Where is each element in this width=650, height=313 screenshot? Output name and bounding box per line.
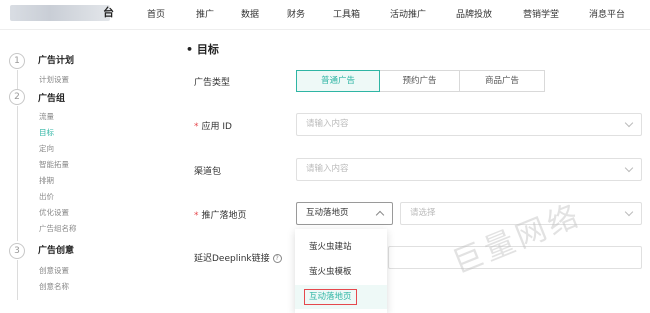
channel-package-label: 渠道包: [194, 167, 222, 177]
ad-type-reservation-option[interactable]: 预约广告: [379, 70, 460, 92]
required-mark: *: [194, 211, 199, 221]
required-mark: *: [194, 122, 199, 132]
section-title: • 目标: [186, 43, 219, 56]
step-title-creative[interactable]: 广告创意: [38, 243, 74, 256]
step-connector: [17, 70, 18, 89]
sidebar-item-schedule[interactable]: 排期: [39, 175, 54, 186]
top-nav: 台 首页 推广 数据 财务 工具箱 活动推广 品牌投放 营销学堂 消息平台: [0, 0, 650, 30]
ad-type-product-option[interactable]: 商品广告: [459, 70, 545, 92]
sidebar-item-bid[interactable]: 出价: [39, 191, 54, 202]
step-sidebar: 1 广告计划 计划设置 2 广告组 流量 目标 定向 智能拓量 排期 出价 优化…: [0, 31, 160, 313]
step-connector: [17, 260, 18, 300]
ad-type-normal-option[interactable]: 普通广告: [296, 70, 380, 92]
sidebar-item-target[interactable]: 目标: [39, 127, 54, 138]
nav-item-home[interactable]: 首页: [147, 7, 165, 20]
ad-type-label: 广告类型: [194, 78, 231, 88]
step-title-adgroup[interactable]: 广告组: [38, 91, 65, 104]
sidebar-item-traffic[interactable]: 流量: [39, 111, 54, 122]
dropdown-option-firefly-template[interactable]: 萤火虫模板: [295, 260, 387, 284]
nav-item-messages[interactable]: 消息平台: [589, 7, 625, 20]
landing-page-label: * 推广落地页: [194, 211, 247, 221]
nav-item-activity[interactable]: 活动推广: [390, 7, 426, 20]
dropdown-option-firefly-site[interactable]: 萤火虫建站: [295, 235, 387, 259]
sidebar-item-creative-name[interactable]: 创意名称: [39, 281, 69, 292]
nav-item-academy[interactable]: 营销学堂: [523, 7, 559, 20]
step-number: 2: [9, 89, 25, 105]
channel-package-input[interactable]: 请输入内容: [296, 158, 642, 181]
nav-item-brand[interactable]: 品牌投放: [456, 7, 492, 20]
sidebar-item-smart-expand[interactable]: 智能拓量: [39, 159, 69, 170]
sidebar-item-creative-settings[interactable]: 创意设置: [39, 265, 69, 276]
nav-item-toolbox[interactable]: 工具箱: [333, 7, 360, 20]
sidebar-item-adgroup-name[interactable]: 广告组名称: [39, 223, 77, 234]
nav-item-promote[interactable]: 推广: [196, 7, 214, 20]
target-form: • 目标 广告类型 普通广告 预约广告 商品广告 * 应用 ID 请输入内容 渠道…: [168, 31, 650, 313]
app-id-label: * 应用 ID: [194, 122, 232, 132]
nav-item-data[interactable]: 数据: [241, 7, 259, 20]
help-icon[interactable]: ?: [272, 254, 282, 263]
dropdown-option-interactive-page[interactable]: 互动落地页: [295, 285, 387, 309]
sidebar-item-optimize[interactable]: 优化设置: [39, 207, 69, 218]
step-connector: [17, 106, 18, 241]
brand-logo[interactable]: [10, 5, 110, 21]
step-number: 3: [9, 243, 25, 259]
nav-item-finance[interactable]: 财务: [287, 7, 305, 20]
deeplink-label: 延迟Deeplink链接?: [194, 251, 282, 264]
step-title-plan[interactable]: 广告计划: [38, 53, 74, 66]
sidebar-item-targeting[interactable]: 定向: [39, 143, 54, 154]
brand-logo-text: 台: [103, 6, 114, 19]
app-id-input[interactable]: 请输入内容: [296, 113, 642, 136]
landing-type-dropdown: 萤火虫建站 萤火虫模板 互动落地页: [295, 229, 387, 313]
step-number: 1: [9, 53, 25, 69]
sidebar-item-plan-settings[interactable]: 计划设置: [39, 74, 69, 85]
